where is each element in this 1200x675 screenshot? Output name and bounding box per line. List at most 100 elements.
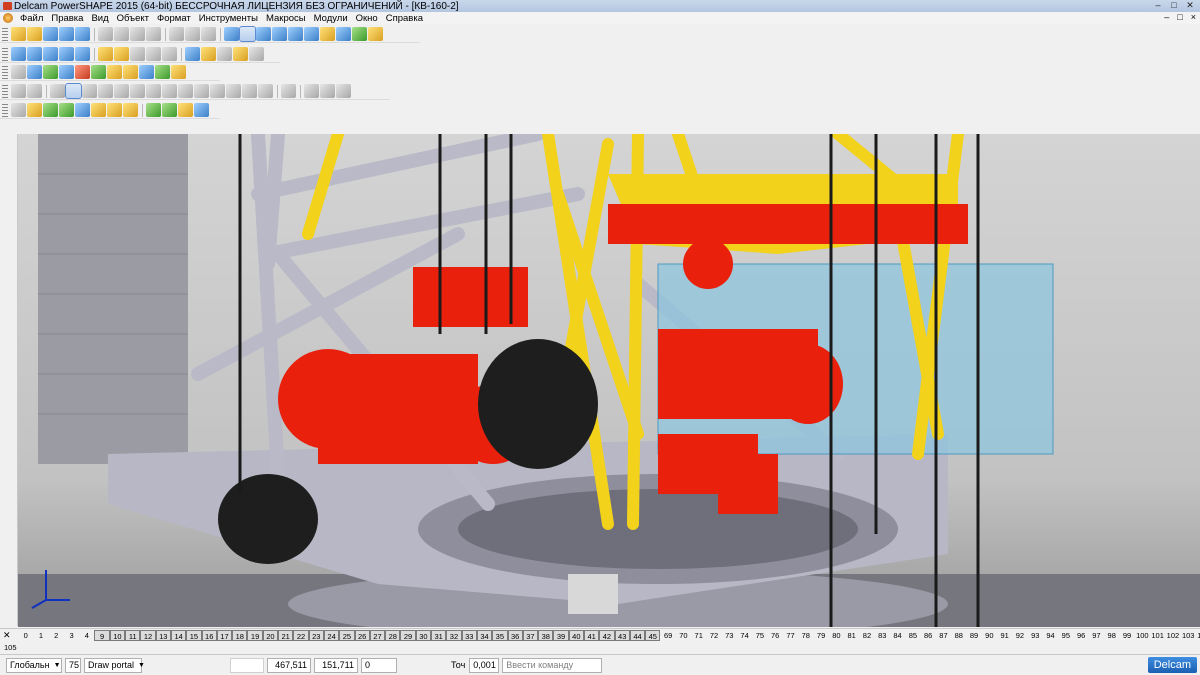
assembly-icon[interactable]	[352, 27, 367, 41]
level-item[interactable]: 26	[354, 630, 370, 641]
view-side-icon[interactable]	[59, 47, 74, 61]
close-button[interactable]: ✕	[1184, 0, 1196, 11]
level-item[interactable]: 72	[706, 630, 721, 641]
fillet-icon[interactable]	[146, 84, 161, 98]
line-icon[interactable]	[256, 27, 271, 41]
level-item[interactable]: 80	[829, 630, 844, 641]
toolbar-grip[interactable]	[2, 84, 8, 98]
align-icon[interactable]	[2, 219, 16, 232]
compare-icon[interactable]	[171, 65, 186, 79]
menu-tools[interactable]: Инструменты	[195, 13, 262, 24]
mate-icon[interactable]	[43, 103, 58, 117]
bom-icon[interactable]	[146, 103, 161, 117]
level-item[interactable]: 94	[1043, 630, 1058, 641]
levels-icon[interactable]	[145, 659, 159, 672]
grid-icon[interactable]	[213, 659, 227, 672]
wireframe-icon[interactable]	[185, 47, 200, 61]
mdi-minimize-button[interactable]: –	[1164, 12, 1169, 22]
select-box-icon[interactable]	[2, 151, 16, 164]
level-item[interactable]: 79	[813, 630, 828, 641]
solid-feature-icon[interactable]	[11, 84, 26, 98]
level-item[interactable]: 45	[645, 630, 661, 641]
redo-icon[interactable]	[185, 27, 200, 41]
level-item[interactable]: 100	[1135, 630, 1150, 641]
export-icon[interactable]	[155, 65, 170, 79]
measure-icon[interactable]	[434, 659, 448, 672]
save-icon[interactable]	[43, 27, 58, 41]
pyramid-icon[interactable]	[107, 65, 122, 79]
toolbar-grip[interactable]	[2, 47, 8, 61]
level-extra[interactable]: 105	[4, 643, 17, 652]
level-item[interactable]: 86	[921, 630, 936, 641]
revolve-icon[interactable]	[65, 83, 82, 99]
level-item[interactable]: 90	[982, 630, 997, 641]
delete-icon[interactable]	[146, 27, 161, 41]
paste-icon[interactable]	[130, 27, 145, 41]
level-item[interactable]: 89	[966, 630, 981, 641]
powershape-icon[interactable]	[3, 2, 12, 10]
workplane-icon[interactable]	[43, 65, 58, 79]
level-item[interactable]: 32	[446, 630, 462, 641]
mdi-restore-button[interactable]: □	[1177, 12, 1182, 22]
chamfer-icon[interactable]	[162, 84, 177, 98]
level-item[interactable]: 84	[890, 630, 905, 641]
relative-icon[interactable]	[417, 659, 431, 672]
view-top-icon[interactable]	[27, 47, 42, 61]
axis-rotate-icon[interactable]	[2, 189, 16, 202]
document-icon[interactable]	[3, 13, 13, 23]
command-input[interactable]: Ввести команду	[502, 657, 603, 673]
view-box-icon[interactable]	[75, 47, 90, 61]
library-icon[interactable]	[75, 103, 90, 117]
select-icon[interactable]	[224, 27, 239, 41]
material-icon[interactable]	[123, 65, 138, 79]
level-item[interactable]: 2	[49, 630, 64, 641]
level-item[interactable]: 41	[583, 630, 600, 641]
level-item[interactable]: 1	[33, 630, 48, 641]
absolute-icon[interactable]	[400, 659, 414, 672]
menu-format[interactable]: Формат	[153, 13, 195, 24]
tolerance-field[interactable]: 0,001	[469, 657, 500, 673]
level-item[interactable]: 44	[629, 630, 646, 641]
extrude-icon[interactable]	[50, 84, 65, 98]
axis-transform-icon[interactable]	[2, 234, 16, 247]
solid-history-icon[interactable]	[27, 84, 42, 98]
level-item[interactable]: 92	[1012, 630, 1027, 641]
document-icon[interactable]	[27, 65, 42, 79]
explode-icon[interactable]	[123, 103, 138, 117]
level-item[interactable]: 17	[216, 630, 233, 641]
maximize-button[interactable]: □	[1168, 0, 1180, 11]
solid-icon[interactable]	[336, 27, 351, 41]
zoom-in-icon[interactable]	[98, 47, 113, 61]
level-item[interactable]: 88	[951, 630, 966, 641]
level-item[interactable]: 75	[752, 630, 767, 641]
toolbar-grip[interactable]	[2, 65, 8, 79]
level-item[interactable]: 19	[247, 630, 263, 641]
cut-solid-icon[interactable]	[114, 84, 129, 98]
level-item[interactable]: 42	[599, 630, 615, 641]
level-item[interactable]: 77	[783, 630, 798, 641]
grid-settings-icon[interactable]	[196, 659, 210, 672]
materials-icon[interactable]	[179, 659, 193, 672]
cut-icon[interactable]	[98, 27, 113, 41]
sphere-icon[interactable]	[75, 65, 90, 79]
axis-icon[interactable]	[2, 174, 16, 187]
shaded-wire-icon[interactable]	[217, 47, 232, 61]
surface-icon[interactable]	[320, 27, 335, 41]
loft-icon[interactable]	[98, 84, 113, 98]
save-as-icon[interactable]	[59, 27, 74, 41]
level-item[interactable]: 101	[1150, 630, 1165, 641]
level-item[interactable]: 102	[1165, 630, 1180, 641]
x-coordinate[interactable]: 467,511	[267, 657, 311, 673]
mass-icon[interactable]	[178, 103, 193, 117]
snap-icon[interactable]	[2, 249, 16, 262]
constraint-icon[interactable]	[59, 103, 74, 117]
level-item[interactable]: 24	[323, 630, 340, 641]
split-icon[interactable]	[258, 84, 273, 98]
workplane-select[interactable]: Глобальн ▼	[6, 657, 62, 673]
zoom-previous-icon[interactable]	[162, 47, 177, 61]
boolean-add-icon[interactable]	[210, 84, 225, 98]
select-arrow-icon[interactable]	[2, 136, 16, 149]
level-item[interactable]: 78	[798, 630, 813, 641]
level-number-field[interactable]: 75	[65, 657, 81, 673]
hand-icon[interactable]	[249, 47, 264, 61]
